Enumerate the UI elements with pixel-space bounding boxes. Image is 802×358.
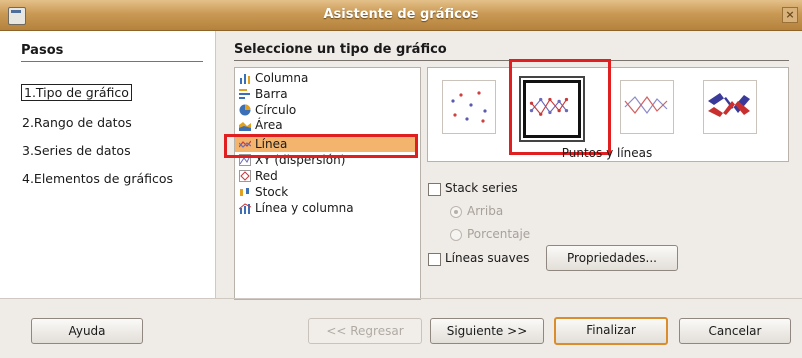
- subtype-3d-lines[interactable]: [703, 80, 757, 134]
- stack-percent-label: Porcentaje: [467, 227, 531, 241]
- pie-chart-icon: [239, 104, 251, 116]
- chart-type-area[interactable]: Área: [239, 118, 283, 133]
- chart-type-bar[interactable]: Barra: [239, 87, 288, 102]
- points-only-icon: [443, 91, 493, 134]
- chart-type-net[interactable]: Red: [239, 169, 278, 184]
- bar-chart-icon: [239, 88, 251, 100]
- chart-type-label: Círculo: [255, 103, 297, 117]
- finish-button[interactable]: Finalizar: [554, 317, 668, 345]
- net-chart-icon: [239, 170, 251, 182]
- step-chart-type[interactable]: 1.Tipo de gráfico: [21, 84, 132, 101]
- chart-type-label: Red: [255, 169, 278, 183]
- chart-type-column[interactable]: Columna: [239, 71, 308, 86]
- line-selection-highlight: [224, 134, 418, 158]
- chart-type-line-column[interactable]: Línea y columna: [238, 201, 354, 216]
- smooth-lines-label: Líneas suaves: [445, 251, 530, 265]
- smooth-lines-checkbox[interactable]: [428, 253, 441, 266]
- next-button[interactable]: Siguiente >>: [430, 318, 544, 344]
- subtype-points-only[interactable]: [442, 80, 496, 134]
- close-icon[interactable]: ×: [782, 7, 798, 23]
- chart-type-stock[interactable]: Stock: [239, 185, 288, 200]
- title-bar: Asistente de gráficos ×: [0, 0, 802, 31]
- chart-type-label: Columna: [255, 71, 309, 85]
- chart-type-label: Barra: [255, 87, 288, 101]
- properties-button[interactable]: Propriedades...: [546, 245, 678, 271]
- stack-series-checkbox[interactable]: [428, 183, 441, 196]
- chart-type-pie[interactable]: Círculo: [239, 103, 296, 118]
- stack-top-label: Arriba: [467, 204, 504, 218]
- cancel-button[interactable]: Cancelar: [679, 318, 791, 344]
- line-column-chart-icon: [238, 202, 252, 214]
- stack-top-radio[interactable]: [450, 206, 462, 218]
- steps-pane: Pasos 1.Tipo de gráfico 2.Rango de datos…: [0, 31, 216, 298]
- step-data-range[interactable]: 2.Rango de datos: [22, 115, 132, 130]
- subtype-lines-only[interactable]: [620, 80, 674, 134]
- stock-chart-icon: [239, 186, 251, 198]
- lines-only-icon: [621, 95, 671, 134]
- area-chart-icon: [239, 119, 251, 131]
- step-data-series[interactable]: 3.Series de datos: [22, 143, 131, 158]
- stack-series-label: Stack series: [445, 181, 518, 195]
- chart-type-list[interactable]: Columna Barra Círculo Área Línea XY (dis…: [234, 67, 421, 300]
- chart-type-label: Stock: [255, 185, 289, 199]
- step-label: 1.Tipo de gráfico: [21, 84, 132, 101]
- chart-type-heading: Seleccione un tipo de gráfico: [234, 42, 447, 57]
- steps-heading: Pasos: [21, 43, 64, 58]
- window-title: Asistente de gráficos: [323, 7, 479, 22]
- step-chart-elements[interactable]: 4.Elementos de gráficos: [22, 171, 173, 186]
- column-chart-icon: [239, 72, 251, 84]
- stack-percent-radio[interactable]: [450, 229, 462, 241]
- subtype-label: Puntos y líneas: [561, 146, 653, 160]
- button-bar-divider: [0, 298, 802, 299]
- help-button[interactable]: Ayuda: [31, 318, 143, 344]
- subtype-selection-highlight: [509, 59, 611, 155]
- steps-divider: [21, 61, 203, 62]
- 3d-lines-icon: [704, 93, 754, 134]
- back-button[interactable]: << Regresar: [308, 318, 422, 344]
- chart-type-label: Línea y columna: [255, 201, 354, 215]
- chart-type-label: Área: [255, 118, 283, 132]
